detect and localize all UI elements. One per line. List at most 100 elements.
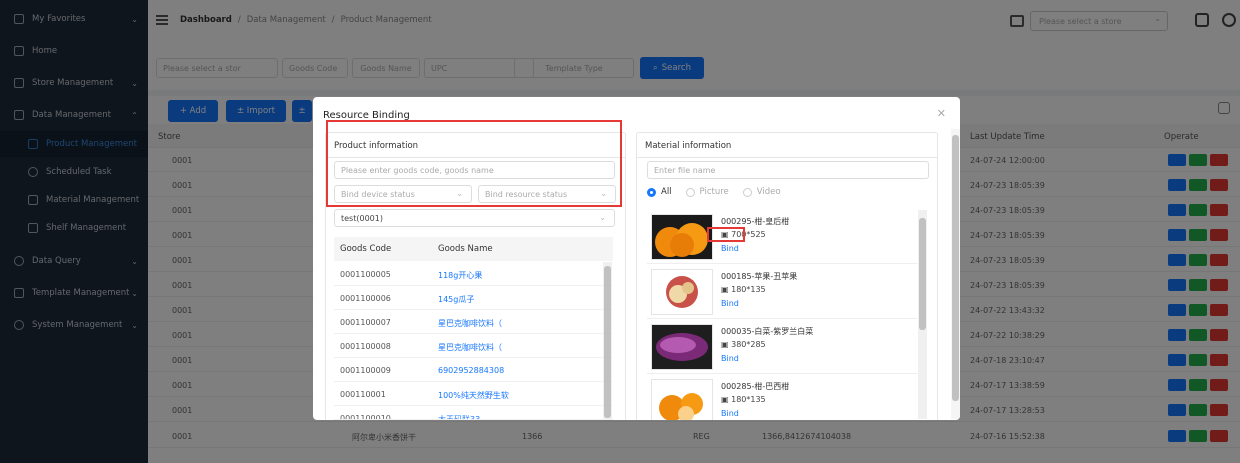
bind-icon[interactable] — [1189, 404, 1207, 416]
goods-row[interactable]: 0001100008 星巴克咖啡饮料（ — [334, 334, 613, 358]
cell-store: 0001 — [172, 256, 193, 265]
import-button[interactable]: ± Import — [226, 100, 286, 122]
goods-row[interactable]: 0001100009 6902952884308 — [334, 358, 613, 382]
goods-code: 0001100006 — [340, 294, 391, 303]
bind-link[interactable]: Bind — [721, 354, 739, 363]
delete-icon[interactable] — [1210, 430, 1228, 442]
material-thumbnail — [651, 324, 713, 370]
bind-icon[interactable] — [1189, 304, 1207, 316]
close-icon[interactable]: ✕ — [937, 107, 946, 120]
material-item: 000035-白菜-紫罗兰白菜 ▣ 380*285 Bind — [647, 320, 917, 374]
dialog-scrollbar[interactable] — [951, 129, 960, 419]
radio-all[interactable]: All — [647, 187, 672, 197]
goods-name-link[interactable]: 118g开心果 — [438, 270, 482, 281]
delete-icon[interactable] — [1210, 179, 1228, 191]
column-header-last-update[interactable]: Last Update Time — [970, 132, 1045, 142]
delete-icon[interactable] — [1210, 154, 1228, 166]
bind-icon[interactable] — [1189, 329, 1207, 341]
radio-video[interactable]: Video — [742, 187, 781, 197]
top-bar: Dashboard / Data Management / Product Ma… — [148, 0, 1240, 44]
goods-row[interactable]: 0001100005 118g开心果 — [334, 262, 613, 286]
bind-link[interactable]: Bind — [721, 244, 739, 253]
delete-icon[interactable] — [1210, 204, 1228, 216]
delete-icon[interactable] — [1210, 279, 1228, 291]
column-header-store[interactable]: Store — [158, 132, 180, 142]
bind-icon[interactable] — [1189, 204, 1207, 216]
edit-icon[interactable] — [1168, 229, 1186, 241]
store-icon — [1010, 15, 1024, 27]
bind-link[interactable]: Bind — [721, 409, 739, 418]
delete-icon[interactable] — [1210, 329, 1228, 341]
export-button[interactable]: ± — [292, 100, 312, 122]
edit-icon[interactable] — [1168, 354, 1186, 366]
search-button[interactable]: ⌕ Search — [640, 57, 704, 79]
chevron-down-icon: ⌄ — [599, 213, 606, 222]
highlight-product-info — [326, 120, 622, 207]
edit-icon[interactable] — [1168, 254, 1186, 266]
delete-icon[interactable] — [1210, 254, 1228, 266]
radio-picture[interactable]: Picture — [685, 187, 729, 197]
edit-icon[interactable] — [1168, 179, 1186, 191]
resource-binding-dialog: Resource Binding ✕ Product information P… — [313, 97, 960, 420]
cell-update-time: 24-07-24 12:00:00 — [970, 156, 1045, 165]
material-scrollbar[interactable] — [918, 210, 927, 419]
goods-name-input[interactable]: Goods Name — [352, 58, 420, 78]
store-selector[interactable]: Please select a store — [1010, 10, 1168, 32]
globe-icon[interactable] — [1222, 13, 1236, 27]
bind-icon[interactable] — [1189, 354, 1207, 366]
goods-code-input[interactable]: Goods Code — [282, 58, 348, 78]
add-button[interactable]: + Add — [168, 100, 218, 122]
edit-icon[interactable] — [1168, 329, 1186, 341]
edit-icon[interactable] — [1168, 204, 1186, 216]
delete-icon[interactable] — [1210, 229, 1228, 241]
goods-row[interactable]: 0001100007 星巴克咖啡饮料（ — [334, 310, 613, 334]
store-filter-select[interactable]: Please select a stor — [156, 58, 278, 78]
settings-icon[interactable] — [1218, 102, 1230, 114]
edit-icon[interactable] — [1168, 279, 1186, 291]
delete-icon[interactable] — [1210, 304, 1228, 316]
material-size: ▣ 180*135 — [721, 395, 766, 404]
edit-icon[interactable] — [1168, 304, 1186, 316]
goods-name-link[interactable]: 100%纯天然野生软 — [438, 390, 509, 401]
bind-link[interactable]: Bind — [721, 299, 739, 308]
goods-row[interactable]: 000110001 100%纯天然野生软 — [334, 382, 613, 406]
breadcrumb-product-management: Product Management — [340, 15, 432, 25]
goods-scrollbar[interactable] — [603, 262, 612, 420]
store-dropdown[interactable]: test(0001) ⌄ — [334, 209, 615, 227]
goods-name-link[interactable]: 星巴克咖啡饮料（ — [438, 342, 502, 353]
breadcrumb-dashboard[interactable]: Dashboard — [180, 15, 232, 25]
store-select[interactable]: Please select a store — [1030, 11, 1168, 31]
bind-icon[interactable] — [1189, 430, 1207, 442]
edit-icon[interactable] — [1168, 379, 1186, 391]
goods-name-link[interactable]: 星巴克咖啡饮料（ — [438, 318, 502, 329]
breadcrumb-data-management[interactable]: Data Management — [247, 15, 326, 25]
file-name-input[interactable]: Enter file name — [647, 161, 929, 179]
goods-row[interactable]: 0001100006 145g瓜子 — [334, 286, 613, 310]
highlight-bind-link — [707, 227, 745, 242]
goods-name-link[interactable]: 6902952884308 — [438, 366, 504, 375]
table-row: 0001 阿尔卑小米香饼干 1366 REG 1366,841267410403… — [148, 424, 1240, 448]
cell-store: 0001 — [172, 432, 193, 441]
delete-icon[interactable] — [1210, 354, 1228, 366]
delete-icon[interactable] — [1210, 404, 1228, 416]
bind-icon[interactable] — [1189, 179, 1207, 191]
bind-icon[interactable] — [1189, 379, 1207, 391]
delete-icon[interactable] — [1210, 379, 1228, 391]
bind-icon[interactable] — [1189, 154, 1207, 166]
bind-icon[interactable] — [1189, 229, 1207, 241]
material-thumbnail — [651, 214, 713, 260]
bind-icon[interactable] — [1189, 254, 1207, 266]
goods-row[interactable]: 0001100010 大王码联33 — [334, 406, 613, 420]
screen-icon[interactable] — [1195, 13, 1209, 27]
cell-update-time: 24-07-23 18:05:39 — [970, 281, 1045, 290]
material-name: 000035-白菜-紫罗兰白菜 — [721, 327, 814, 336]
template-type-select[interactable]: Template Type — [514, 58, 634, 78]
edit-icon[interactable] — [1168, 430, 1186, 442]
bind-icon[interactable] — [1189, 279, 1207, 291]
menu-icon[interactable] — [156, 15, 168, 25]
goods-name-link[interactable]: 145g瓜子 — [438, 294, 474, 305]
edit-icon[interactable] — [1168, 404, 1186, 416]
goods-name-link[interactable]: 大王码联33 — [438, 414, 480, 419]
material-name: 000185-苹果-丑苹果 — [721, 272, 798, 281]
edit-icon[interactable] — [1168, 154, 1186, 166]
